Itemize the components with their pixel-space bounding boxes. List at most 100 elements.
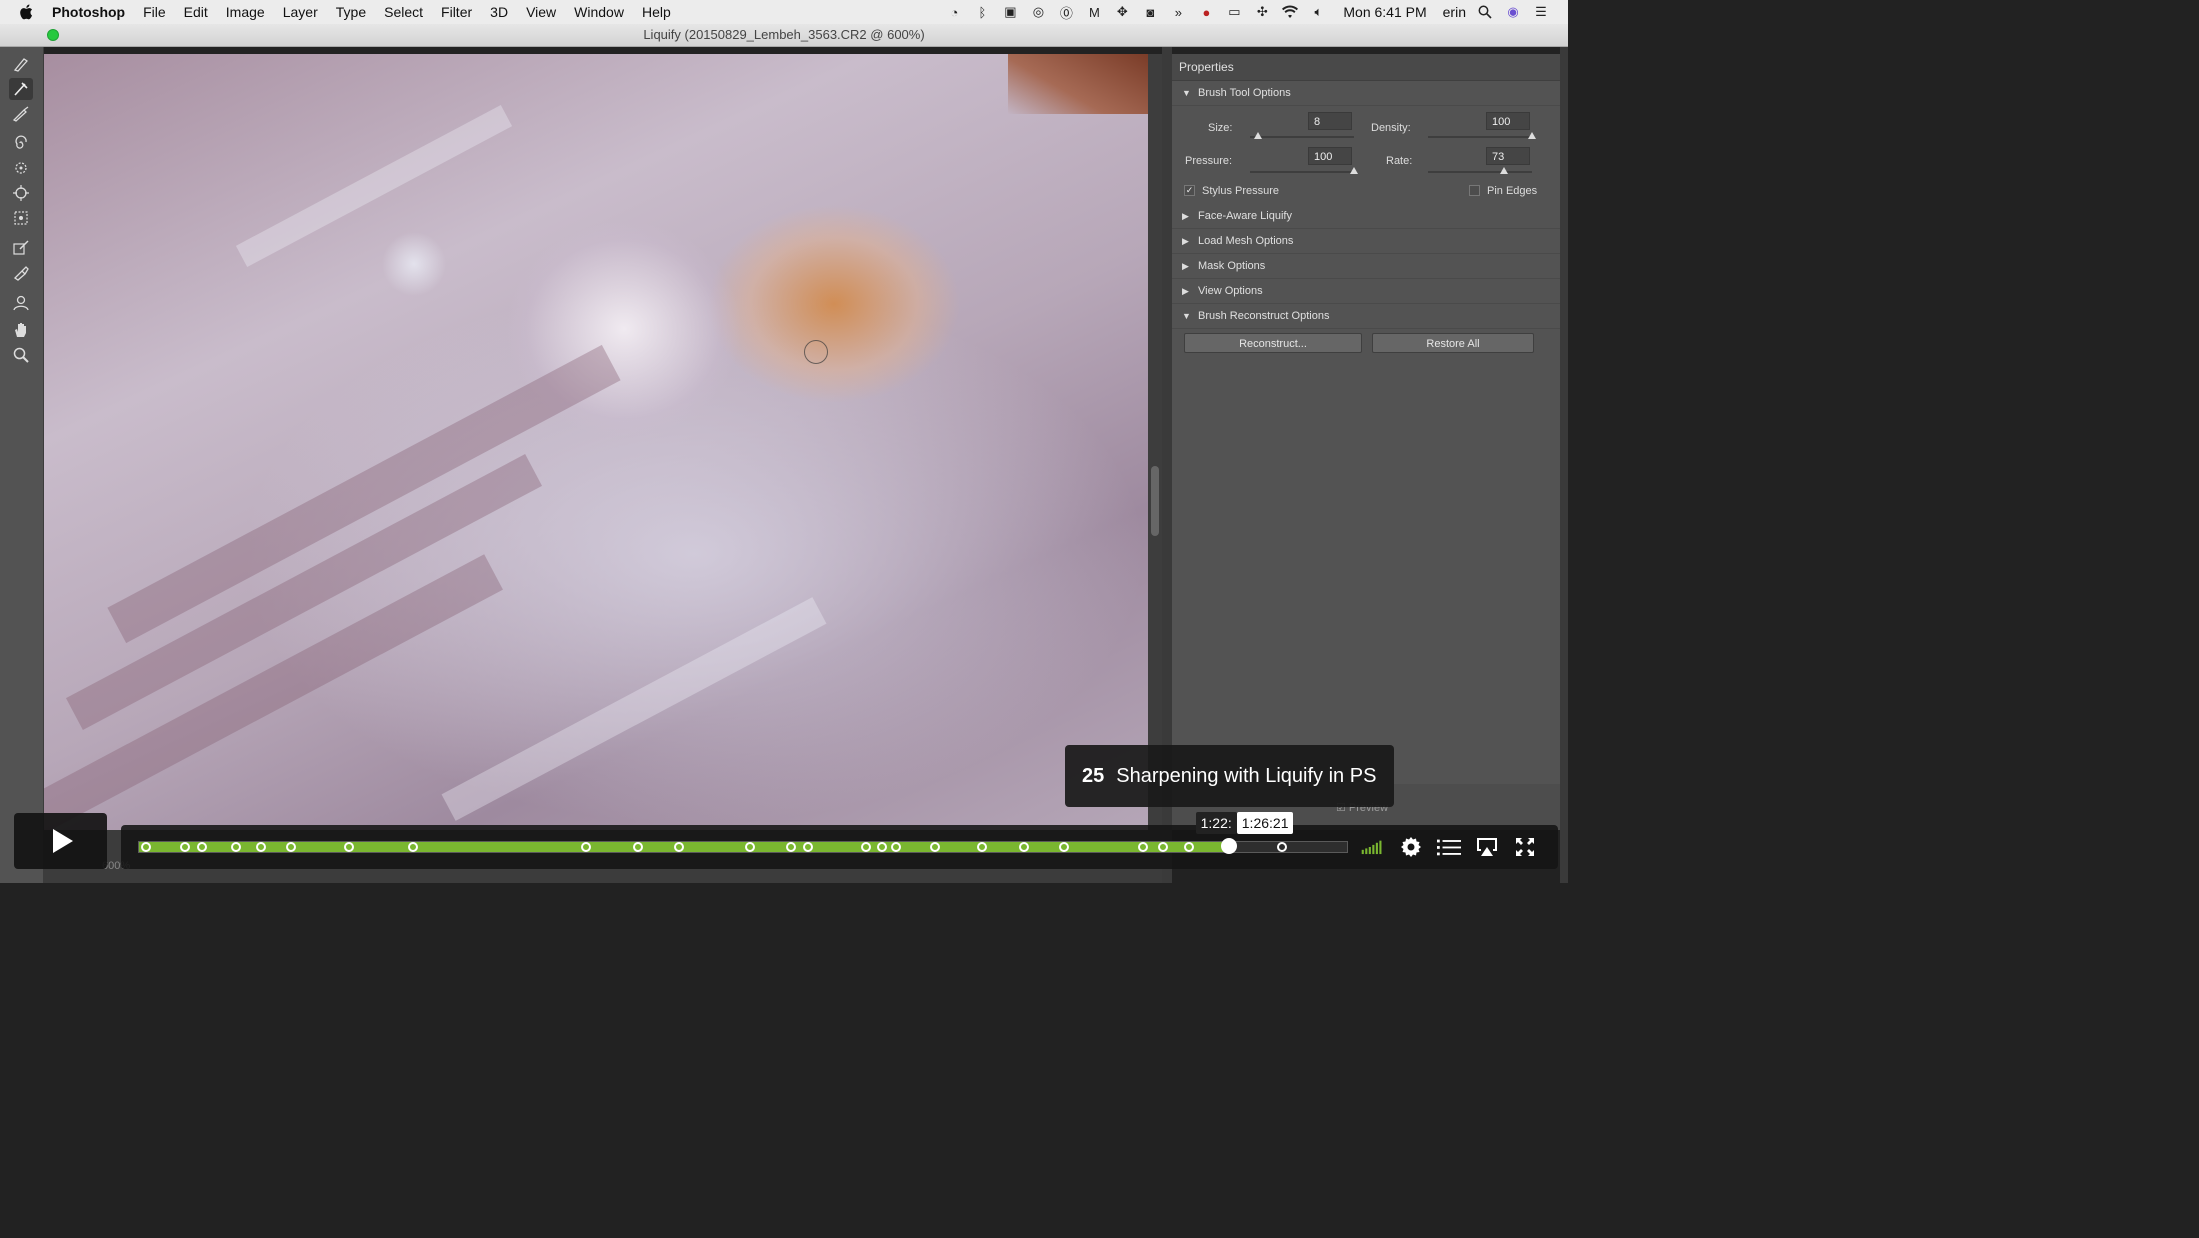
gauge-icon[interactable]: ◔ [945, 4, 963, 20]
chapter-marker[interactable] [256, 842, 266, 852]
chapters-list-icon[interactable] [1437, 835, 1461, 859]
menu-file[interactable]: File [143, 4, 166, 20]
density-label: Density: [1371, 122, 1411, 134]
density-slider-knob[interactable] [1528, 132, 1536, 139]
bluetooth-icon[interactable]: ᛒ [973, 4, 991, 20]
apple-menu-icon[interactable] [18, 3, 36, 21]
menubar-clock[interactable]: Mon 6:41 PM [1343, 4, 1426, 20]
mask-options-header[interactable]: ▶ Mask Options [1172, 254, 1560, 279]
record-app-icon[interactable]: ● [1197, 4, 1215, 20]
menu-3d[interactable]: 3D [490, 4, 508, 20]
menu-type[interactable]: Type [336, 4, 366, 20]
chapter-marker[interactable] [1276, 842, 1287, 852]
brush-reconstruct-options-header[interactable]: ▼ Brush Reconstruct Options [1172, 304, 1560, 329]
dropbox-icon[interactable]: ✥ [1113, 4, 1131, 20]
notification-center-icon[interactable]: ☰ [1532, 4, 1550, 20]
density-slider[interactable] [1428, 132, 1536, 139]
pin-edges-checkbox[interactable] [1469, 185, 1480, 196]
size-slider-knob[interactable] [1254, 132, 1263, 139]
canvas-scrollbar[interactable] [1148, 54, 1162, 830]
reconstruct-tool-icon[interactable] [9, 78, 33, 100]
m-app-icon[interactable]: M [1085, 4, 1103, 20]
siri-icon[interactable]: ◉ [1504, 4, 1522, 20]
restore-all-button[interactable]: Restore All [1372, 333, 1534, 353]
fast-forward-app-icon[interactable]: » [1169, 4, 1187, 20]
menu-view[interactable]: View [526, 4, 556, 20]
rate-slider-knob[interactable] [1499, 167, 1508, 174]
disclosure-closed-icon[interactable]: ▶ [1182, 279, 1192, 303]
pressure-slider-knob[interactable] [1350, 167, 1358, 174]
settings-gear-icon[interactable] [1399, 835, 1423, 859]
brush-tool-options-header[interactable]: ▼ Brush Tool Options [1172, 81, 1560, 106]
chapter-marker[interactable] [1183, 842, 1194, 852]
stylus-pressure-checkbox[interactable]: ✓ [1184, 185, 1195, 196]
drive-icon[interactable]: ◙ [1141, 4, 1159, 20]
pressure-slider[interactable] [1250, 167, 1358, 174]
disclosure-closed-icon[interactable]: ▶ [1182, 229, 1192, 253]
onepassword-icon[interactable]: ⓪ [1057, 4, 1075, 21]
disclosure-closed-icon[interactable]: ▶ [1182, 204, 1192, 228]
push-left-tool-icon[interactable] [9, 207, 33, 229]
chapter-marker[interactable] [632, 842, 643, 852]
size-slider[interactable] [1250, 132, 1354, 139]
volume-icon[interactable]: 🔈︎ [1309, 4, 1327, 20]
face-tool-icon[interactable] [9, 292, 33, 314]
disclosure-open-icon[interactable]: ▼ [1182, 81, 1192, 105]
face-aware-liquify-header[interactable]: ▶ Face-Aware Liquify [1172, 204, 1560, 229]
chapter-marker[interactable] [179, 842, 190, 852]
creative-cloud-icon[interactable]: ◎ [1029, 4, 1047, 20]
menu-filter[interactable]: Filter [441, 4, 472, 20]
chapter-marker[interactable] [673, 842, 684, 852]
image-canvas[interactable] [44, 54, 1148, 830]
forward-warp-tool-icon[interactable] [9, 53, 33, 75]
density-input[interactable]: 100 [1486, 112, 1530, 130]
menu-image[interactable]: Image [226, 4, 265, 20]
airplay-icon[interactable]: ▭ [1225, 4, 1243, 20]
wifi-icon[interactable] [1281, 4, 1299, 20]
load-mesh-options-header[interactable]: ▶ Load Mesh Options [1172, 229, 1560, 254]
screen-record-icon[interactable]: ▣ [1001, 4, 1019, 20]
disclosure-closed-icon[interactable]: ▶ [1182, 254, 1192, 278]
chapter-marker[interactable] [930, 842, 941, 852]
chapter-marker[interactable] [230, 842, 241, 852]
disclosure-open-icon[interactable]: ▼ [1182, 304, 1192, 328]
spotlight-search-icon[interactable] [1476, 4, 1494, 20]
zoom-tool-icon[interactable] [9, 344, 33, 366]
quality-bars-icon[interactable] [1361, 835, 1385, 859]
menu-help[interactable]: Help [642, 4, 671, 20]
chapter-marker[interactable] [196, 842, 207, 852]
play-button[interactable] [14, 813, 107, 869]
menu-select[interactable]: Select [384, 4, 423, 20]
view-options-header[interactable]: ▶ View Options [1172, 279, 1560, 304]
menu-window[interactable]: Window [574, 4, 624, 20]
chapter-marker[interactable] [1137, 842, 1148, 852]
video-progress-bar[interactable] [138, 838, 1348, 854]
airplay-icon[interactable] [1475, 835, 1499, 859]
thaw-mask-tool-icon[interactable] [9, 262, 33, 284]
fullscreen-icon[interactable] [1513, 835, 1537, 859]
playhead-handle[interactable] [1220, 838, 1237, 854]
menu-edit[interactable]: Edit [184, 4, 208, 20]
twirl-tool-icon[interactable] [9, 132, 33, 154]
size-input[interactable]: 8 [1308, 112, 1352, 130]
reconstruct-button[interactable]: Reconstruct... [1184, 333, 1362, 353]
freeze-mask-tool-icon[interactable] [9, 237, 33, 259]
image-stripe [107, 344, 621, 644]
menu-layer[interactable]: Layer [283, 4, 318, 20]
window-zoom-button[interactable] [47, 29, 59, 41]
rate-input[interactable]: 73 [1486, 147, 1530, 165]
mask-options-label: Mask Options [1198, 260, 1266, 272]
chapter-marker[interactable] [876, 842, 887, 852]
menubar-user[interactable]: erin [1443, 4, 1466, 20]
brush-tool-options-label: Brush Tool Options [1198, 87, 1291, 99]
app-menu[interactable]: Photoshop [52, 4, 125, 20]
bloat-tool-icon[interactable] [9, 182, 33, 204]
scrollbar-thumb[interactable] [1151, 466, 1159, 536]
pucker-tool-icon[interactable] [9, 157, 33, 179]
hand-tool-icon[interactable] [9, 319, 33, 341]
pressure-input[interactable]: 100 [1308, 147, 1352, 165]
rate-slider[interactable] [1428, 167, 1532, 174]
move-icon[interactable]: ✣ [1253, 4, 1271, 20]
chapter-marker[interactable] [580, 842, 591, 852]
smooth-tool-icon[interactable] [9, 103, 33, 125]
